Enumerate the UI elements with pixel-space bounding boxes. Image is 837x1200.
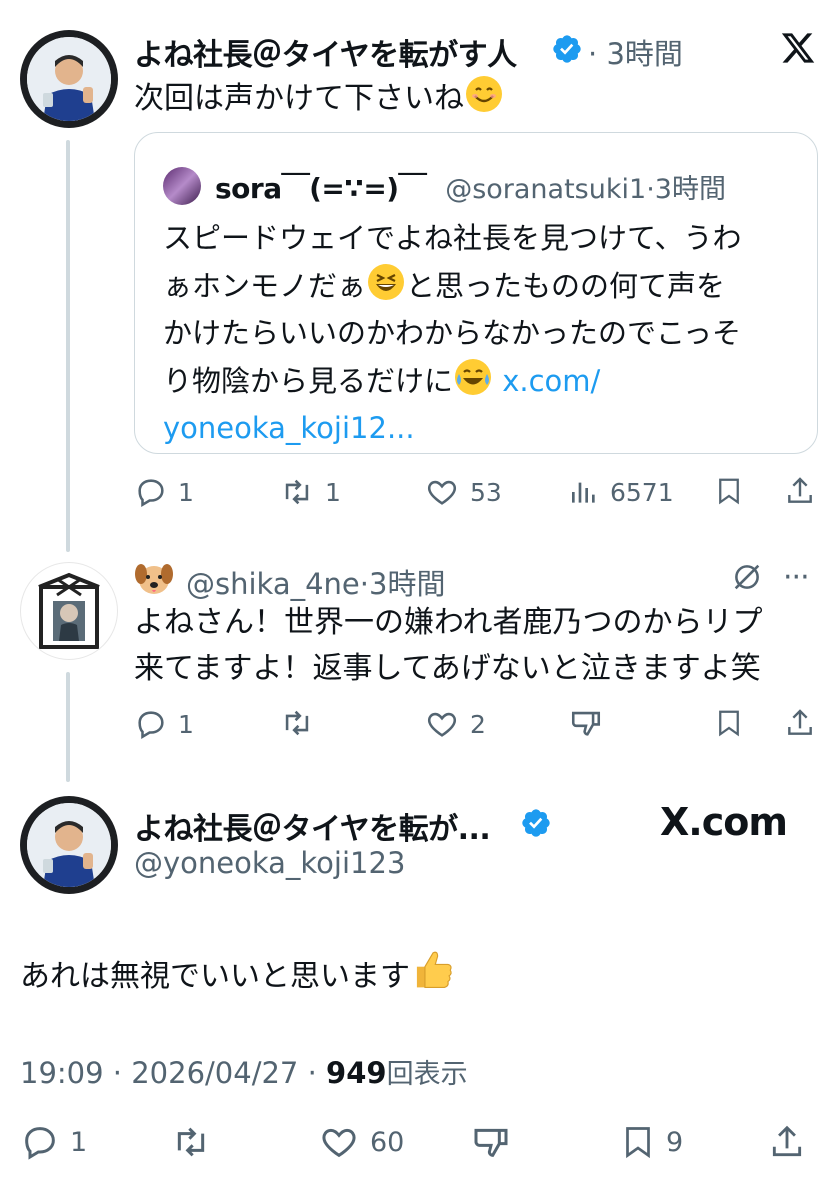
reply-icon [138,711,164,740]
quote-link-cont[interactable]: yoneoka_koji12... [163,405,742,452]
thread-line-2 [66,672,70,782]
repost-button[interactable]: 1 [279,475,341,509]
main-text: あれは無視でいいと思います [20,946,456,1000]
post1-time[interactable]: · 3時間 [588,31,683,73]
reply-icon [138,479,164,508]
main-actions: 1 60 9 [20,1122,820,1162]
main-time[interactable]: 19:09 [20,1056,104,1090]
heart-icon [427,712,457,737]
post2-actions: 1 2 [134,706,818,742]
avatar-yone-main[interactable] [20,796,118,894]
smile-emoji-icon [466,76,502,112]
post2-time: 3時間 [369,567,446,601]
repost-icon[interactable] [170,1122,212,1162]
share-icon[interactable] [784,474,816,508]
post1-text: 次回は声かけて下さいね [134,74,504,122]
heart-icon [322,1128,356,1158]
dislike-icon[interactable] [568,706,604,740]
reply-button[interactable]: 1 [134,707,194,741]
main-handle[interactable]: @yoneoka_koji123 [134,846,405,880]
quote-time: ·3時間 [646,174,726,205]
post1-display-name[interactable]: よね社長＠タイヤを転がす人 [134,30,517,74]
bookmark-icon [626,1127,650,1159]
thread-line [66,140,70,552]
like-button[interactable]: 60 [318,1122,404,1162]
views-button[interactable]: 6571 [568,475,674,509]
main-display-name[interactable]: よね社長＠タイヤを転が... [134,804,491,848]
verified-badge-icon [522,809,550,837]
x-logo-icon [781,33,815,63]
thumbs-up-emoji-icon [416,951,452,988]
reply-icon [25,1127,55,1160]
share-icon[interactable] [768,1122,806,1162]
grok-icon[interactable] [730,560,764,594]
like-button[interactable]: 2 [424,707,486,741]
tears-of-joy-emoji-icon [455,359,492,395]
quote-handle[interactable]: @soranatsuki1 [445,174,646,205]
quote-avatar [163,167,201,205]
like-button[interactable]: 53 [424,475,502,509]
repost-icon [285,479,309,505]
quote-text: スピードウェイでよね社長を見つけて、うわ ぁホンモノだぁ と思ったものの何て声を … [163,215,742,452]
quote-display-name[interactable]: sora￣(=∵=)￣ [215,172,427,205]
grin-squint-emoji-icon [368,264,405,300]
quote-link[interactable]: x.com/ [502,364,600,398]
dislike-icon[interactable] [470,1122,512,1162]
main-meta: 19:09 · 2026/04/27 · 949回表示 [20,1056,468,1090]
main-date[interactable]: 2026/04/27 [131,1056,298,1090]
dog-emoji-icon [135,564,173,594]
heart-icon [427,480,457,505]
views-count: 949 [326,1056,387,1090]
post2-handle[interactable]: @shika_4ne [186,567,360,601]
post1-actions: 1 1 53 6571 [134,474,818,510]
views-label: 回表示 [386,1059,468,1090]
reply-button[interactable]: 1 [20,1122,87,1162]
quoted-post-card[interactable]: sora￣(=∵=)￣ @soranatsuki1·3時間 スピードウェイでよね… [134,132,818,454]
avatar-yone[interactable] [20,30,118,128]
verified-badge-icon [553,35,581,63]
bookmark-icon[interactable] [714,706,744,740]
x-com-brand: X.com [660,800,788,844]
more-options-icon[interactable]: ··· [783,560,810,595]
share-icon[interactable] [784,706,816,740]
repost-icon[interactable] [279,706,315,740]
avatar-shika[interactable] [20,562,118,660]
bookmark-icon[interactable] [714,474,744,508]
post2-text: よねさん！世界一の嫌われ者鹿乃つのからリプ 来てますよ！返事してあげないと泣きま… [134,605,763,686]
analytics-icon [572,482,595,503]
reply-button[interactable]: 1 [134,475,194,509]
post2-header: @shika_4ne·3時間 [186,567,446,601]
bookmark-button[interactable]: 9 [620,1122,683,1162]
